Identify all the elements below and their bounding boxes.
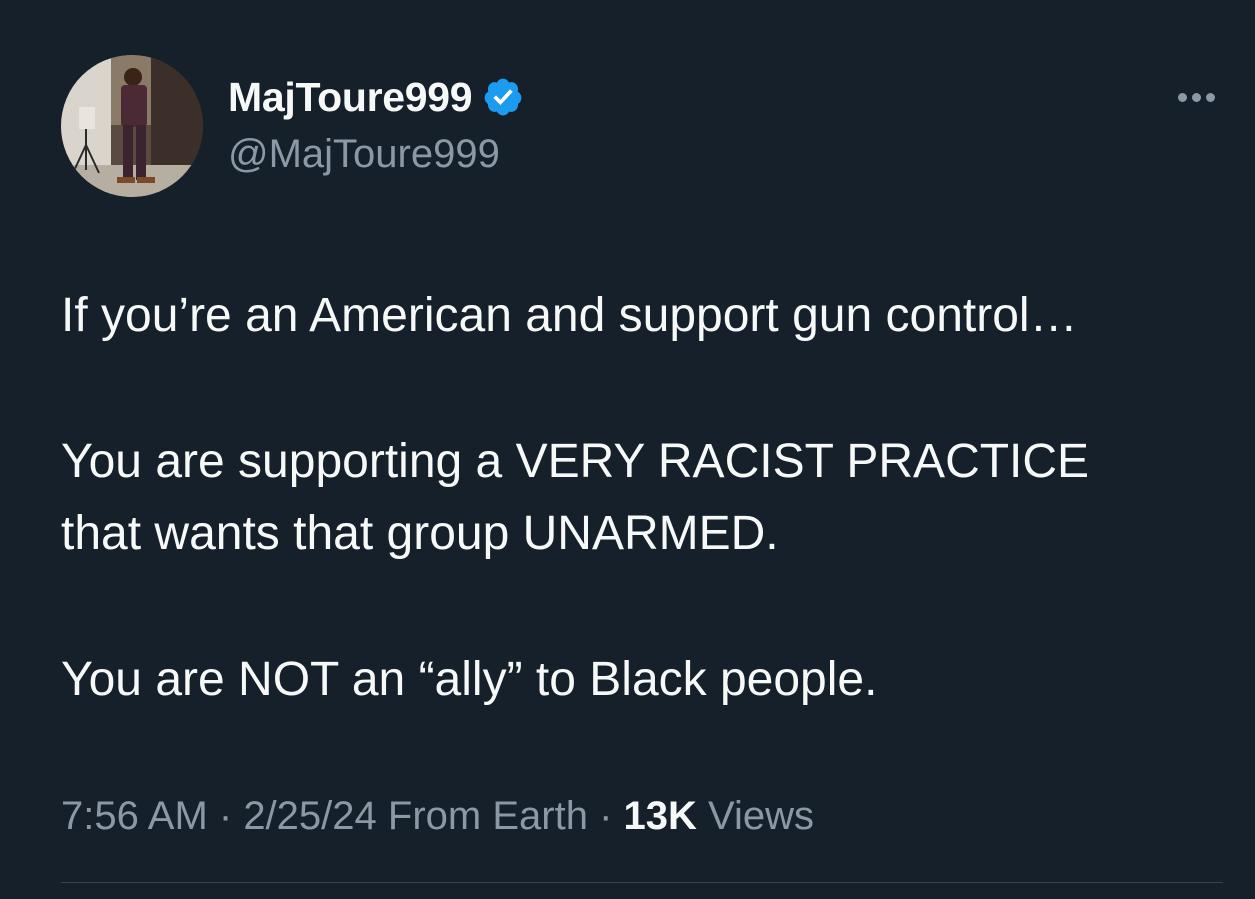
tweet-location: From Earth [387, 794, 588, 838]
verified-badge-icon[interactable] [482, 76, 524, 118]
tweet-meta: 7:56 AM · 2/25/24 From Earth · 13K Views [61, 794, 814, 839]
avatar[interactable] [61, 55, 203, 197]
tweet-date[interactable]: 2/25/24 [243, 794, 376, 838]
avatar-photo [61, 55, 203, 197]
more-options-button[interactable] [1166, 80, 1226, 114]
author-handle[interactable]: @MajToure999 [228, 132, 500, 177]
views-label: Views [708, 794, 814, 838]
more-horizontal-icon-dot [1205, 92, 1215, 102]
author-name-row: MajToure999 [228, 72, 524, 122]
meta-separator: · [207, 794, 244, 838]
tweet-paragraph: that wants that group UNARMED. [61, 507, 779, 560]
author-display-name[interactable]: MajToure999 [228, 74, 473, 121]
divider [61, 882, 1223, 883]
more-horizontal-icon [1177, 92, 1187, 102]
tweet-paragraph: If you’re an American and support gun co… [61, 289, 1078, 342]
meta-separator: · [587, 794, 624, 838]
views-count[interactable]: 13K [624, 794, 697, 838]
tweet-paragraph: You are supporting a VERY RACIST PRACTIC… [61, 435, 1090, 488]
tweet-paragraph: You are NOT an “ally” to Black people. [61, 653, 878, 706]
tweet-time[interactable]: 7:56 AM [61, 794, 208, 838]
tweet-text: If you’re an American and support gun co… [61, 280, 1221, 716]
more-horizontal-icon-dot [1191, 92, 1201, 102]
